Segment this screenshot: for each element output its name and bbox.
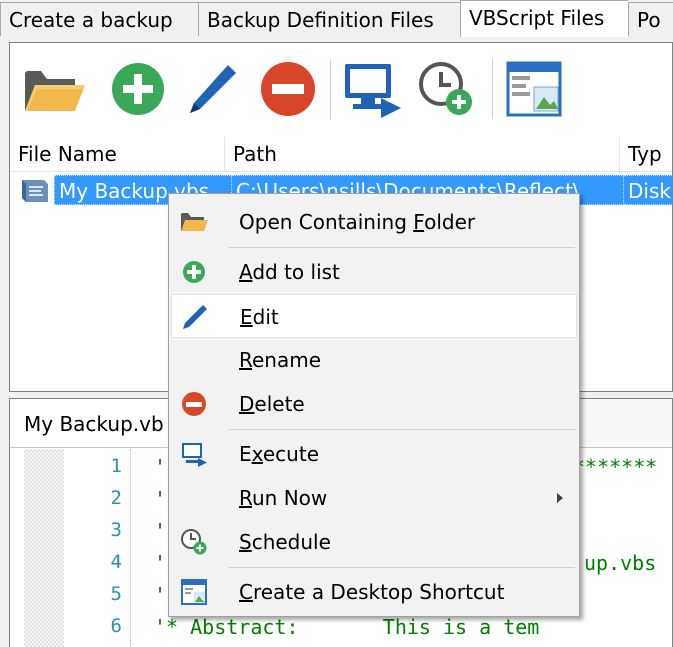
menu-separator bbox=[229, 247, 575, 248]
menu-item-open-containing-folder[interactable]: Open Containing Folder bbox=[171, 200, 577, 244]
menu-separator bbox=[229, 429, 575, 430]
execute-button[interactable] bbox=[340, 57, 404, 121]
menu-item-add-to-list[interactable]: Add to list bbox=[171, 250, 577, 294]
code-line-tail: ******* bbox=[573, 455, 658, 479]
column-header-type[interactable]: Typ bbox=[620, 137, 672, 171]
execute-icon bbox=[345, 64, 401, 118]
code-line[interactable]: ' bbox=[154, 519, 166, 543]
app-window: Create a backup Backup Definition Files … bbox=[0, 0, 673, 647]
code-line[interactable]: '* Abstract: This is a tem bbox=[154, 615, 539, 639]
menu-item-label: Schedule bbox=[239, 530, 331, 554]
add-icon bbox=[179, 257, 209, 287]
add-icon bbox=[112, 63, 164, 115]
code-line[interactable]: ' bbox=[154, 583, 166, 607]
toolbar bbox=[10, 43, 672, 133]
toolbar-separator bbox=[492, 59, 493, 119]
delete-button[interactable] bbox=[256, 57, 320, 121]
menu-item-edit[interactable]: Edit bbox=[171, 294, 577, 338]
menu-item-run-now[interactable]: Run Now bbox=[171, 476, 577, 520]
file-list-header: File Name Path Typ bbox=[10, 137, 672, 172]
add-button[interactable] bbox=[106, 57, 170, 121]
delete-icon bbox=[179, 389, 209, 419]
folder-icon bbox=[179, 207, 209, 237]
folder-icon bbox=[25, 71, 85, 111]
menu-item-delete[interactable]: Delete bbox=[171, 382, 577, 426]
menu-separator bbox=[229, 567, 575, 568]
delete-icon bbox=[261, 62, 315, 116]
editor-gutter bbox=[24, 449, 64, 647]
menu-item-label: Create a Desktop Shortcut bbox=[239, 580, 505, 604]
line-number: 2 bbox=[110, 487, 122, 509]
menu-item-label: Add to list bbox=[239, 260, 340, 284]
column-header-file-name[interactable]: File Name bbox=[10, 137, 225, 171]
tab-bar: Create a backup Backup Definition Files … bbox=[0, 0, 673, 37]
schedule-icon bbox=[419, 62, 472, 115]
edit-button[interactable] bbox=[180, 57, 244, 121]
vbs-file-icon bbox=[18, 178, 52, 204]
menu-item-rename[interactable]: Rename bbox=[171, 338, 577, 382]
desktop-shortcut-icon bbox=[179, 577, 209, 607]
line-number: 1 bbox=[110, 455, 122, 477]
editor-tab[interactable]: My Backup.vb bbox=[10, 399, 179, 447]
menu-item-label: Execute bbox=[239, 442, 319, 466]
context-menu: Open Containing Folder Add to list Edit bbox=[168, 193, 580, 617]
code-line[interactable]: ' bbox=[154, 551, 166, 575]
tab-create-a-backup[interactable]: Create a backup bbox=[0, 2, 198, 36]
schedule-icon bbox=[179, 527, 209, 557]
line-number: 4 bbox=[110, 551, 122, 573]
code-line[interactable]: ' bbox=[154, 487, 166, 511]
menu-item-label: Run Now bbox=[239, 486, 328, 510]
line-number: 3 bbox=[110, 519, 122, 541]
menu-item-execute[interactable]: Execute bbox=[171, 432, 577, 476]
create-desktop-shortcut-button[interactable] bbox=[502, 57, 566, 121]
tab-backup-definition-files[interactable]: Backup Definition Files bbox=[198, 2, 460, 36]
toolbar-separator bbox=[330, 59, 331, 119]
menu-item-create-desktop-shortcut[interactable]: Create a Desktop Shortcut bbox=[171, 570, 577, 614]
menu-item-schedule[interactable]: Schedule bbox=[171, 520, 577, 564]
edit-pencil-icon bbox=[190, 65, 236, 113]
line-numbers: 1 2 3 4 5 6 bbox=[64, 449, 130, 647]
menu-item-label: Rename bbox=[239, 348, 322, 372]
type-cell: Disk bbox=[624, 175, 672, 205]
edit-pencil-icon bbox=[180, 302, 210, 332]
column-header-path[interactable]: Path bbox=[225, 137, 620, 171]
code-line-tail: up.vbs bbox=[584, 551, 657, 575]
menu-item-label: Edit bbox=[240, 305, 279, 329]
line-number: 6 bbox=[110, 615, 122, 637]
schedule-button[interactable] bbox=[414, 57, 478, 121]
submenu-arrow-icon bbox=[557, 493, 563, 503]
tab-vbscript-files[interactable]: VBScript Files bbox=[460, 0, 628, 37]
menu-item-label: Delete bbox=[239, 392, 305, 416]
menu-item-label: Open Containing Folder bbox=[239, 210, 476, 234]
open-folder-button[interactable] bbox=[22, 57, 86, 121]
line-number: 5 bbox=[110, 583, 122, 605]
tab-powershell-files[interactable]: Po bbox=[628, 2, 673, 36]
line-number-divider bbox=[130, 449, 131, 647]
desktop-shortcut-icon bbox=[506, 61, 562, 117]
execute-icon bbox=[179, 439, 209, 469]
